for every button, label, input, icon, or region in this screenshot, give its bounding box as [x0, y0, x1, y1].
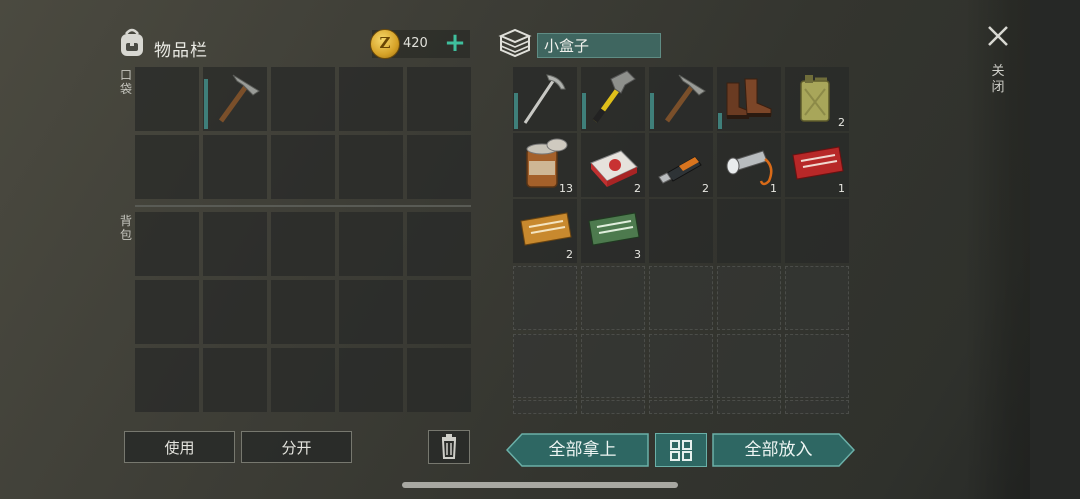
- container-slot-flashlight[interactable]: 1: [717, 133, 781, 197]
- pickaxe-icon: [664, 74, 706, 123]
- take-all-label: 全部拿上: [548, 440, 617, 460]
- coin-count: 420: [403, 36, 428, 51]
- container-slot[interactable]: [581, 400, 645, 414]
- item-count: 2: [634, 182, 641, 195]
- close-label[interactable]: 关闭: [990, 64, 1006, 96]
- add-coins-button[interactable]: +: [443, 30, 467, 58]
- container-slot[interactable]: [717, 266, 781, 330]
- pocket-slot-pickaxe[interactable]: [203, 67, 267, 131]
- put-all-button[interactable]: 全部放入: [712, 433, 855, 467]
- container-slot-orange-coupon[interactable]: 2: [513, 199, 577, 263]
- put-all-label: 全部放入: [744, 440, 813, 460]
- pocket-slot[interactable]: [135, 67, 199, 131]
- pocket-slot[interactable]: [271, 135, 335, 199]
- item-count: 2: [566, 248, 573, 261]
- container-slot[interactable]: [717, 334, 781, 398]
- container-slot[interactable]: [649, 266, 713, 330]
- container-slot[interactable]: [785, 334, 849, 398]
- backpack-slot[interactable]: [339, 280, 403, 344]
- item-count: 1: [770, 182, 777, 195]
- backpack-slot[interactable]: [203, 348, 267, 412]
- container-slot[interactable]: [785, 400, 849, 414]
- trash-button[interactable]: [428, 430, 470, 464]
- coin-symbol: Z: [379, 34, 391, 52]
- pickaxe-icon: [218, 74, 260, 123]
- pocket-slot[interactable]: [407, 67, 471, 131]
- container-slot[interactable]: [513, 266, 577, 330]
- pickaxe-alt-icon: [523, 74, 566, 124]
- container-slot[interactable]: [513, 400, 577, 414]
- trash-icon: [441, 434, 457, 459]
- pocket-slot[interactable]: [135, 135, 199, 199]
- item-count: 13: [559, 182, 573, 195]
- backpack-slot[interactable]: [135, 212, 199, 276]
- coin-icon: Z: [370, 29, 400, 59]
- container-slot-cigarettes[interactable]: 2: [581, 133, 645, 197]
- container-name-field[interactable]: 小盒子: [537, 33, 661, 58]
- inventory-title: 物品栏: [154, 41, 208, 61]
- backpack-slot[interactable]: [203, 212, 267, 276]
- container-slot[interactable]: [649, 199, 713, 263]
- container-slot[interactable]: [581, 266, 645, 330]
- backpack-slot[interactable]: [271, 212, 335, 276]
- sort-grid-button[interactable]: [655, 433, 707, 467]
- pocket-slot[interactable]: [203, 135, 267, 199]
- backpack-slot[interactable]: [407, 212, 471, 276]
- backpack-slot[interactable]: [203, 280, 267, 344]
- home-indicator[interactable]: [402, 482, 678, 488]
- backpack-slot[interactable]: [407, 348, 471, 412]
- boots-icon: [726, 78, 772, 119]
- container-slot[interactable]: [785, 199, 849, 263]
- container-slot[interactable]: [649, 400, 713, 414]
- container-slot-hammer[interactable]: [581, 67, 645, 131]
- container-slot-tin-can[interactable]: 13: [513, 133, 577, 197]
- pockets-label: 口袋: [119, 68, 132, 96]
- backpack-slot[interactable]: [135, 348, 199, 412]
- take-all-button[interactable]: 全部拿上: [506, 433, 649, 467]
- container-slot-pickaxe-alt[interactable]: [513, 67, 577, 131]
- grid-icon: [670, 440, 692, 461]
- container-slot[interactable]: [649, 334, 713, 398]
- container-slot-jerrycan[interactable]: 2: [785, 67, 849, 131]
- hammer-icon: [592, 70, 636, 123]
- backpack-icon: [117, 26, 147, 58]
- container-slot[interactable]: [717, 199, 781, 263]
- split-button[interactable]: 分开: [241, 431, 352, 463]
- backpack-label: 背包: [119, 214, 132, 242]
- container-slot-red-coupon[interactable]: 1: [785, 133, 849, 197]
- backpack-slot[interactable]: [135, 280, 199, 344]
- item-count: 2: [702, 182, 709, 195]
- container-slot[interactable]: [513, 334, 577, 398]
- container-slot[interactable]: [717, 400, 781, 414]
- container-slot[interactable]: [785, 266, 849, 330]
- right-strip: [1030, 0, 1080, 499]
- pocket-slot[interactable]: [271, 67, 335, 131]
- container-slot-usb[interactable]: 2: [649, 133, 713, 197]
- section-divider: [135, 205, 471, 207]
- box-icon: [497, 27, 533, 59]
- container-slot-green-coupon[interactable]: 3: [581, 199, 645, 263]
- container-slot-boots[interactable]: [717, 67, 781, 131]
- pocket-slot[interactable]: [339, 135, 403, 199]
- backpack-slot[interactable]: [271, 348, 335, 412]
- close-icon[interactable]: [986, 24, 1010, 48]
- use-button[interactable]: 使用: [124, 431, 235, 463]
- backpack-slot[interactable]: [407, 280, 471, 344]
- backpack-slot[interactable]: [271, 280, 335, 344]
- backpack-slot[interactable]: [339, 212, 403, 276]
- pocket-slot[interactable]: [407, 135, 471, 199]
- container-slot[interactable]: [581, 334, 645, 398]
- item-count: 1: [838, 182, 845, 195]
- pocket-slot[interactable]: [339, 67, 403, 131]
- container-slot-pickaxe[interactable]: [649, 67, 713, 131]
- backpack-slot[interactable]: [339, 348, 403, 412]
- item-count: 2: [838, 116, 845, 129]
- item-count: 3: [634, 248, 641, 261]
